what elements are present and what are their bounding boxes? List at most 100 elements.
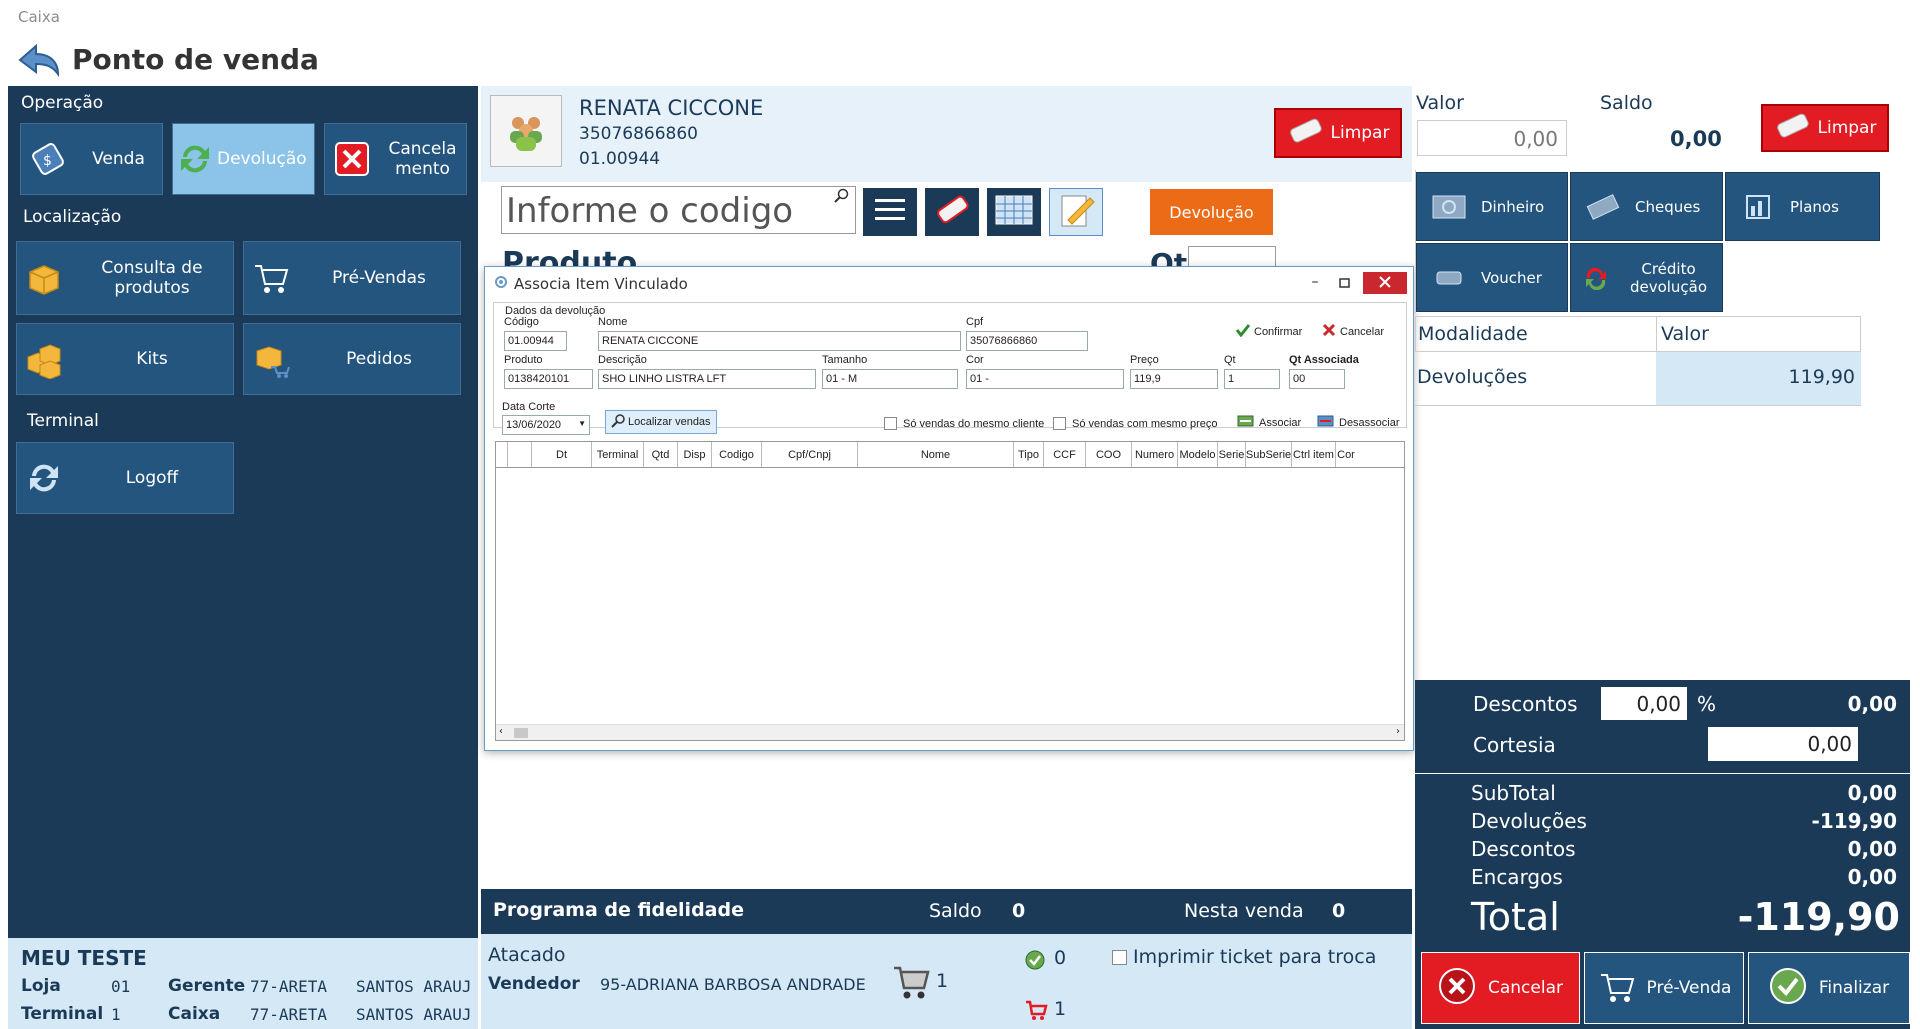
devolucao-mode-button[interactable]: Devolução — [1150, 189, 1273, 235]
horizontal-scrollbar[interactable]: ‹ › — [496, 724, 1404, 740]
produto-field[interactable]: 0138420101 — [504, 369, 593, 389]
kits-button[interactable]: Kits — [16, 323, 234, 395]
col-header[interactable]: SubSerie — [1246, 442, 1292, 467]
checkbox[interactable] — [1112, 949, 1127, 965]
col-header[interactable]: Nome — [858, 442, 1014, 467]
saldo-value: 0,00 — [1670, 127, 1722, 151]
checkbox[interactable] — [884, 417, 897, 430]
modalidade-row[interactable]: Devoluções 119,90 — [1415, 352, 1861, 406]
close-circle-icon — [1438, 967, 1476, 1010]
return-arrows-icon — [1571, 266, 1621, 290]
col-header[interactable] — [508, 442, 532, 467]
col-header[interactable]: Serie — [1218, 442, 1246, 467]
col-header[interactable]: Numero — [1132, 442, 1178, 467]
col-header[interactable]: Tipo — [1014, 442, 1044, 467]
pedidos-button[interactable]: Pedidos — [243, 323, 461, 395]
associar-button[interactable]: Associar — [1237, 413, 1301, 432]
col-header[interactable]: COO — [1086, 442, 1132, 467]
maximize-icon[interactable] — [1335, 274, 1355, 292]
back-arrow-icon[interactable] — [16, 40, 62, 80]
qt-label: Qt — [1150, 247, 1188, 266]
chevron-left-icon[interactable]: ‹ — [499, 726, 503, 737]
grid-button[interactable] — [987, 188, 1041, 236]
credito-devolucao-button[interactable]: Crédito devolução — [1570, 243, 1723, 312]
nome-field[interactable]: RENATA CICCONE — [598, 331, 961, 351]
minimize-icon[interactable]: – — [1305, 274, 1325, 292]
planos-button[interactable]: Planos — [1725, 172, 1880, 241]
scroll-thumb[interactable] — [514, 728, 528, 738]
notes-button[interactable] — [1049, 188, 1103, 236]
loja-value: 01 — [111, 977, 131, 996]
voucher-button[interactable]: Voucher — [1416, 243, 1568, 312]
devolucoes-value: -119,90 — [1811, 809, 1897, 833]
devolucao-button[interactable]: Devolução — [172, 123, 315, 195]
cortesia-input[interactable]: 0,00 — [1708, 727, 1858, 761]
close-dialog-button[interactable] — [1363, 272, 1407, 294]
valor-label: Valor — [1416, 92, 1464, 114]
cancelamento-button[interactable]: Cancela mento — [324, 123, 467, 195]
qt-input[interactable] — [1188, 246, 1276, 266]
cart-icon[interactable] — [890, 960, 930, 1008]
page-title: Ponto de venda — [72, 43, 319, 76]
col-header[interactable]: Disp — [678, 442, 712, 467]
eraser-icon — [932, 195, 972, 229]
venda-button[interactable]: $ Venda — [20, 123, 163, 195]
qt-field[interactable]: 1 — [1224, 369, 1280, 389]
chevron-right-icon[interactable]: › — [1396, 726, 1400, 737]
checkbox[interactable] — [1053, 417, 1066, 430]
fid-saldo-value: 0 — [1012, 900, 1026, 922]
col-header[interactable]: Dt — [532, 442, 592, 467]
logoff-button[interactable]: Logoff — [16, 442, 234, 514]
col-header[interactable]: Terminal — [592, 442, 644, 467]
search-input[interactable]: Informe o codigo — [501, 186, 856, 234]
col-header[interactable]: Cor — [1336, 442, 1356, 467]
finalizar-button[interactable]: Finalizar — [1748, 952, 1910, 1024]
tamanho-field[interactable]: 01 - M — [822, 369, 958, 389]
unlink-icon — [1317, 413, 1335, 432]
preco-field[interactable]: 119,9 — [1130, 369, 1218, 389]
col-header[interactable]: CCF — [1044, 442, 1086, 467]
descricao-field[interactable]: SHO LINHO LISTRA LFT — [598, 369, 816, 389]
cor-field[interactable]: 01 - — [966, 369, 1124, 389]
col-header[interactable]: Ctrl item — [1292, 442, 1336, 467]
desassociar-button[interactable]: Desassociar — [1317, 413, 1400, 432]
cancelar-sale-button[interactable]: Cancelar — [1421, 952, 1580, 1024]
chevron-down-icon[interactable]: ▼ — [578, 419, 586, 431]
search-icon[interactable] — [834, 188, 850, 208]
valor-input[interactable]: 0,00 — [1417, 120, 1567, 156]
descontos-label: Descontos — [1473, 692, 1578, 716]
cpf-label: Cpf — [966, 316, 984, 328]
cheques-button[interactable]: Cheques — [1570, 172, 1723, 241]
limpar-customer-button[interactable]: Limpar — [1274, 108, 1402, 158]
so-mesmo-preco-checkbox[interactable]: Só vendas com mesmo preço — [1053, 417, 1218, 430]
modalidade-value-cell: 119,90 — [1656, 352, 1861, 405]
clear-search-button[interactable] — [925, 188, 979, 236]
cpf-field[interactable]: 35076866860 — [966, 331, 1088, 351]
sync-icon — [17, 451, 71, 505]
col-header[interactable]: Cpf/Cnpj — [762, 442, 858, 467]
subtotal-label: SubTotal — [1471, 781, 1556, 805]
descontos-pct-input[interactable]: 0,00 — [1601, 687, 1687, 720]
vendas-grid[interactable]: Dt Terminal Qtd Disp Codigo Cpf/Cnpj Nom… — [495, 441, 1405, 741]
cancelar-dialog-button[interactable]: Cancelar — [1322, 322, 1384, 341]
consulta-produtos-button[interactable]: Consulta de produtos — [16, 241, 234, 315]
col-header[interactable]: Qtd — [644, 442, 678, 467]
customer-group-icon[interactable] — [490, 95, 562, 167]
caixa-row-label: Caixa — [168, 1004, 221, 1024]
col-header[interactable]: Codigo — [712, 442, 762, 467]
confirmar-button[interactable]: Confirmar — [1235, 322, 1302, 341]
data-corte-field[interactable]: 13/06/2020 ▼ — [502, 415, 590, 435]
pre-venda-button[interactable]: Pré-Venda — [1584, 952, 1744, 1024]
codigo-field[interactable]: 01.00944 — [504, 331, 567, 351]
col-header[interactable] — [496, 442, 508, 467]
pre-vendas-button[interactable]: Pré-Vendas — [243, 241, 461, 315]
localizar-vendas-button[interactable]: Localizar vendas — [605, 410, 717, 434]
limpar-payment-button[interactable]: Limpar — [1761, 104, 1889, 152]
menu-button[interactable] — [863, 188, 917, 236]
imprimir-ticket-checkbox[interactable]: Imprimir ticket para troca — [1112, 946, 1376, 968]
qt-associada-field[interactable]: 00 — [1289, 369, 1345, 389]
col-header[interactable]: Modelo — [1178, 442, 1218, 467]
link-icon — [1237, 413, 1255, 432]
dinheiro-button[interactable]: Dinheiro — [1416, 172, 1568, 241]
so-mesmo-cliente-checkbox[interactable]: Só vendas do mesmo cliente — [884, 417, 1044, 430]
